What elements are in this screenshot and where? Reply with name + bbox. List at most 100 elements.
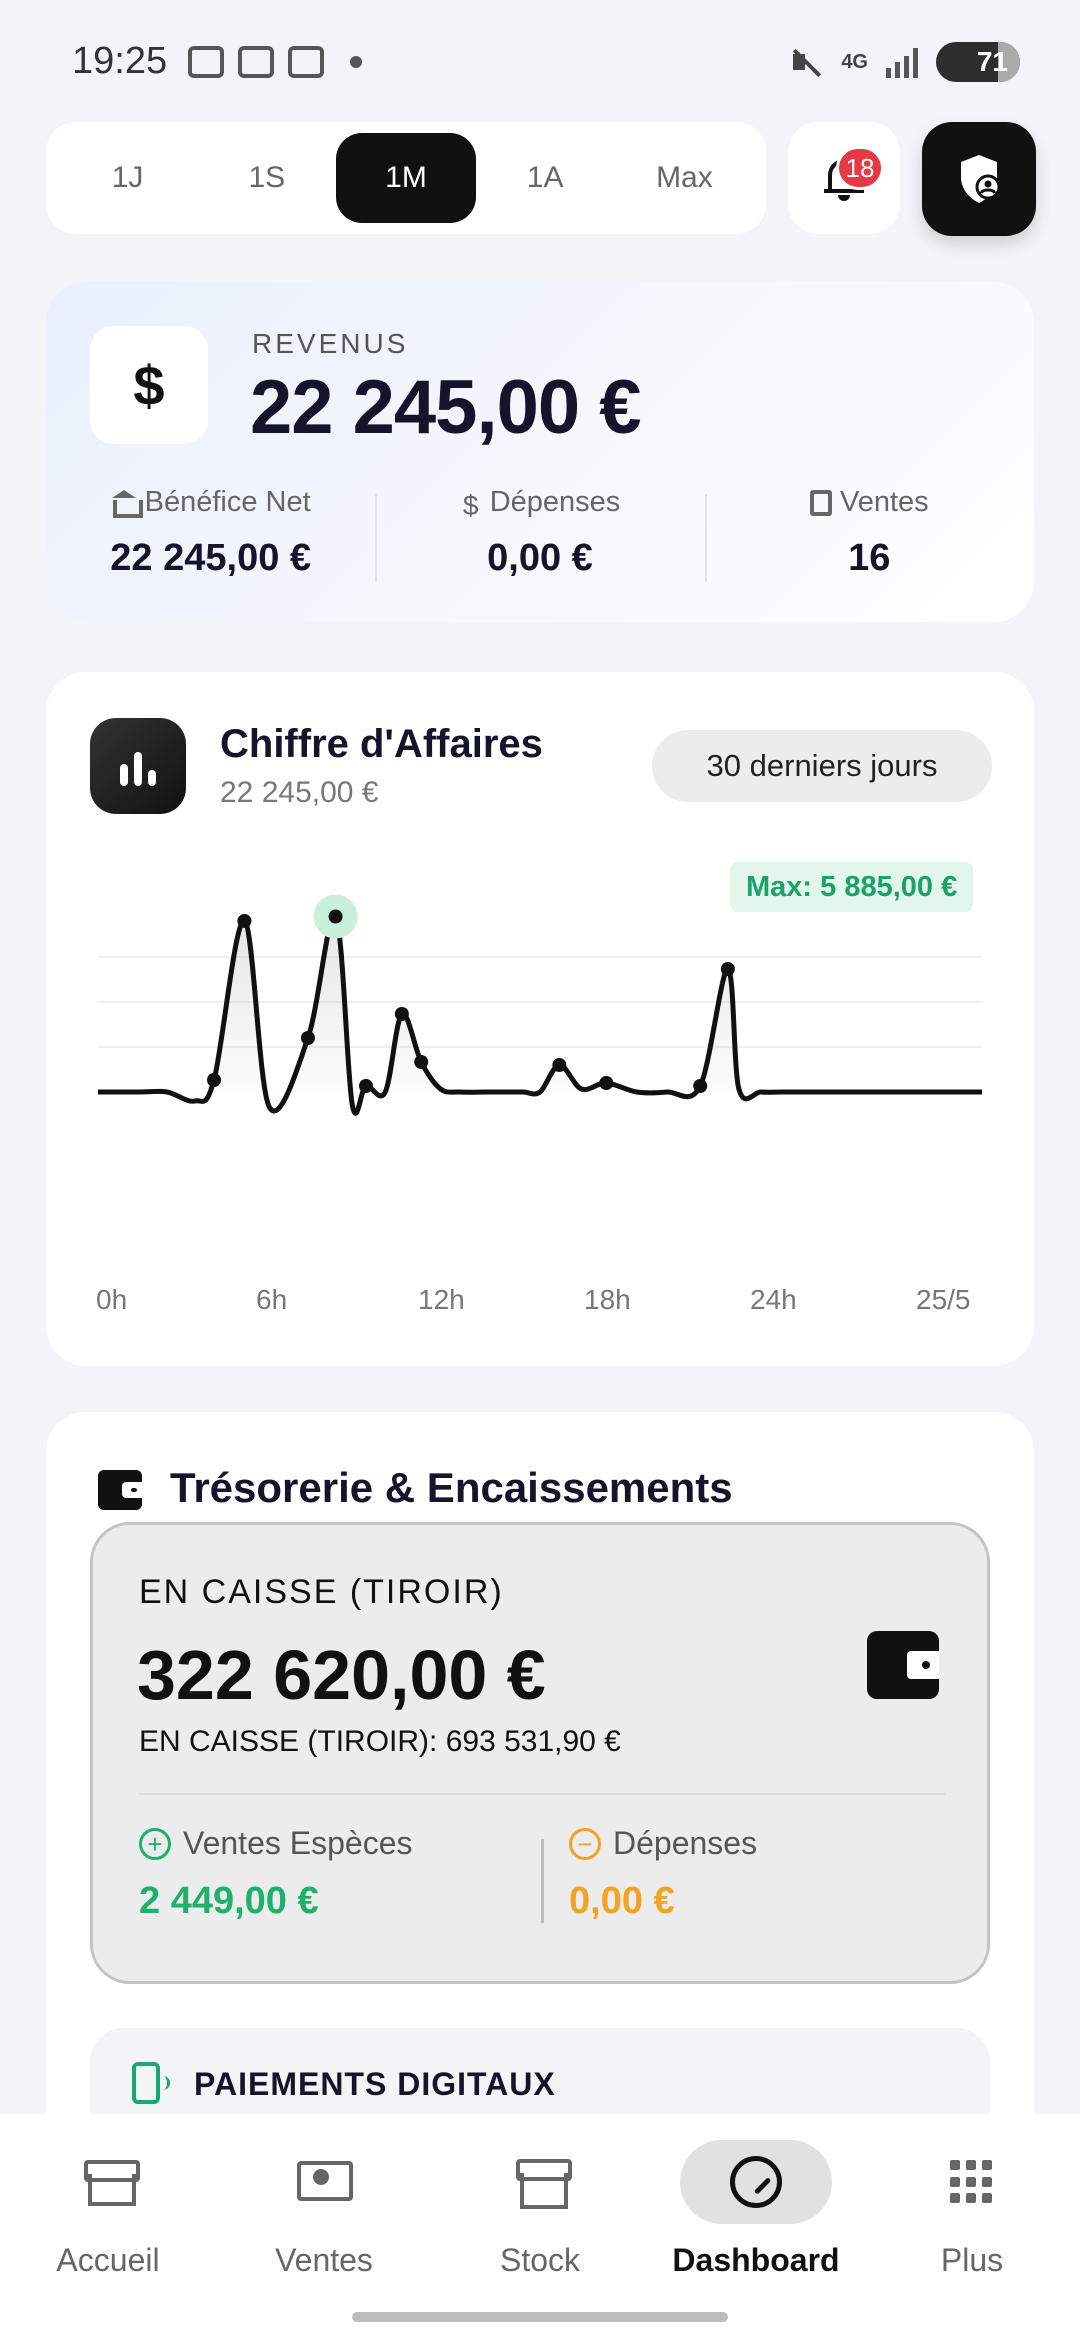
bottom-navigation: Accueil Ventes Stock Dashboard Plus (0, 2114, 1080, 2340)
data-point (414, 1055, 429, 1069)
plus-circle-icon: + (139, 1827, 171, 1860)
cash-drawer-box[interactable]: EN CAISSE (TIROIR) 322 620,00 € EN CAISS… (90, 1522, 990, 1984)
data-point (394, 1007, 409, 1021)
x-tick-label: 18h (584, 1284, 631, 1315)
divider (139, 1793, 945, 1795)
sales-icon (297, 2161, 353, 2203)
data-point (328, 909, 343, 924)
status-bar: 19:25 4G 71 (0, 0, 1080, 120)
sales-count-stat: Ventes 16 (704, 482, 1034, 592)
period-option-1j[interactable]: 1J (58, 133, 197, 223)
nav-item-dashboard[interactable]: Dashboard (648, 2140, 864, 2290)
net-profit-label: Bénéfice Net (144, 486, 311, 518)
data-point (300, 1031, 315, 1045)
sales-count-value: 16 (848, 537, 891, 579)
revenue-line-chart[interactable] (46, 852, 1034, 1272)
net-profit-value: 22 245,00 € (110, 537, 312, 579)
data-point (207, 1073, 222, 1087)
revenue-label: REVENUS (252, 328, 409, 359)
max-value-chip: Max: 5 885,00 € (730, 862, 974, 912)
cash-sales-label: Ventes Espèces (183, 1825, 413, 1861)
data-point (599, 1076, 614, 1090)
status-system-icons: 4G 71 (789, 42, 1020, 82)
nav-item-accueil[interactable]: Accueil (0, 2140, 216, 2290)
cash-wallet-icon (867, 1631, 939, 1699)
sales-count-label: Ventes (839, 486, 929, 518)
chart-area-fill (98, 915, 982, 1114)
cash-drawer-label: EN CAISSE (TIROIR) (139, 1573, 504, 1611)
chart-title: Chiffre d'Affaires (220, 722, 543, 766)
wallet-icon (98, 1470, 142, 1510)
x-tick-label: 6h (256, 1284, 288, 1315)
mute-icon (789, 45, 823, 79)
data-point (552, 1058, 567, 1072)
store-icon (84, 2160, 140, 2206)
period-option-1m[interactable]: 1M (336, 133, 476, 223)
grid-icon (950, 2160, 994, 2204)
status-time: 19:25 (72, 40, 168, 82)
shield-user-icon (961, 155, 1001, 203)
signal-icon (886, 46, 918, 78)
no-money-icon: $ (462, 489, 479, 521)
layers-icon (238, 46, 274, 78)
revenue-value: 22 245,00 € (250, 365, 641, 450)
minus-circle-icon: − (569, 1827, 601, 1860)
screenshot-icon (188, 46, 224, 78)
nav-item-ventes[interactable]: Ventes (216, 2140, 432, 2290)
contactless-phone-icon (132, 2062, 170, 2104)
nav-label: Plus (940, 2242, 1004, 2278)
expenses-value: 0,00 € (487, 537, 593, 579)
period-option-max[interactable]: Max (615, 133, 754, 223)
cash-expenses-label: Dépenses (613, 1825, 758, 1861)
cash-drawer-value: 322 620,00 € (137, 1636, 546, 1714)
admin-shield-button[interactable] (922, 122, 1036, 236)
calendar-icon (288, 46, 324, 78)
status-notification-icons (188, 46, 362, 78)
data-point (720, 962, 735, 976)
revenue-stats: Bénéfice Net 22 245,00 € $ Dépenses 0,00… (46, 482, 1034, 592)
nav-label: Accueil (56, 2242, 160, 2278)
box-icon (516, 2159, 572, 2209)
bar-chart-icon (90, 718, 186, 814)
battery-level: 71 (976, 46, 1008, 77)
x-tick-label: 25/5 (916, 1284, 971, 1315)
digital-payments-label: PAIEMENTS DIGITAUX (194, 2066, 556, 2102)
cash-sales-value: 2 449,00 € (139, 1880, 319, 1922)
divider (541, 1839, 544, 1923)
period-option-1s[interactable]: 1S (197, 133, 336, 223)
revenue-chart-card: Chiffre d'Affaires 22 245,00 € 30 dernie… (46, 672, 1034, 1366)
x-tick-label: 0h (96, 1284, 128, 1315)
network-type: 4G (841, 51, 868, 73)
x-axis-ticks: 0h 6h 12h 18h 24h 25/5 (96, 1284, 986, 1324)
home-indicator[interactable] (352, 2312, 728, 2322)
nav-item-stock[interactable]: Stock (432, 2140, 648, 2290)
more-dot-icon (350, 56, 362, 68)
chart-subtitle: 22 245,00 € (220, 776, 379, 809)
battery-icon: 71 (936, 42, 1020, 82)
cash-expenses-column: − Dépenses 0,00 € (569, 1825, 757, 1923)
date-range-chip[interactable]: 30 derniers jours (652, 730, 992, 802)
treasury-title: Trésorerie & Encaissements (170, 1464, 733, 1511)
x-tick-label: 12h (418, 1284, 465, 1315)
bank-icon (111, 489, 143, 518)
nav-label: Stock (499, 2242, 581, 2278)
receipt-icon (809, 489, 832, 516)
cash-expenses-value: 0,00 € (569, 1880, 675, 1922)
cash-drawer-subtotal: EN CAISSE (TIROIR): 693 531,90 € (139, 1725, 621, 1758)
data-point (693, 1079, 708, 1093)
net-profit-stat: Bénéfice Net 22 245,00 € (46, 482, 375, 592)
expenses-stat: $ Dépenses 0,00 € (375, 482, 704, 592)
period-option-1a[interactable]: 1A (476, 133, 615, 223)
x-tick-label: 24h (750, 1284, 797, 1315)
nav-label: Ventes (275, 2242, 373, 2278)
data-point (358, 1079, 373, 1093)
cash-sales-column: + Ventes Espèces 2 449,00 € (139, 1825, 412, 1923)
revenue-card: $ REVENUS 22 245,00 € Bénéfice Net 22 24… (46, 282, 1034, 622)
period-selector: 1J 1S 1M 1A Max (46, 122, 766, 234)
gauge-icon (730, 2156, 782, 2208)
nav-label: Dashboard (672, 2242, 840, 2278)
notification-count-badge: 18 (836, 146, 884, 190)
data-point (237, 914, 252, 928)
expenses-label: Dépenses (489, 486, 621, 518)
nav-item-plus[interactable]: Plus (864, 2140, 1080, 2290)
